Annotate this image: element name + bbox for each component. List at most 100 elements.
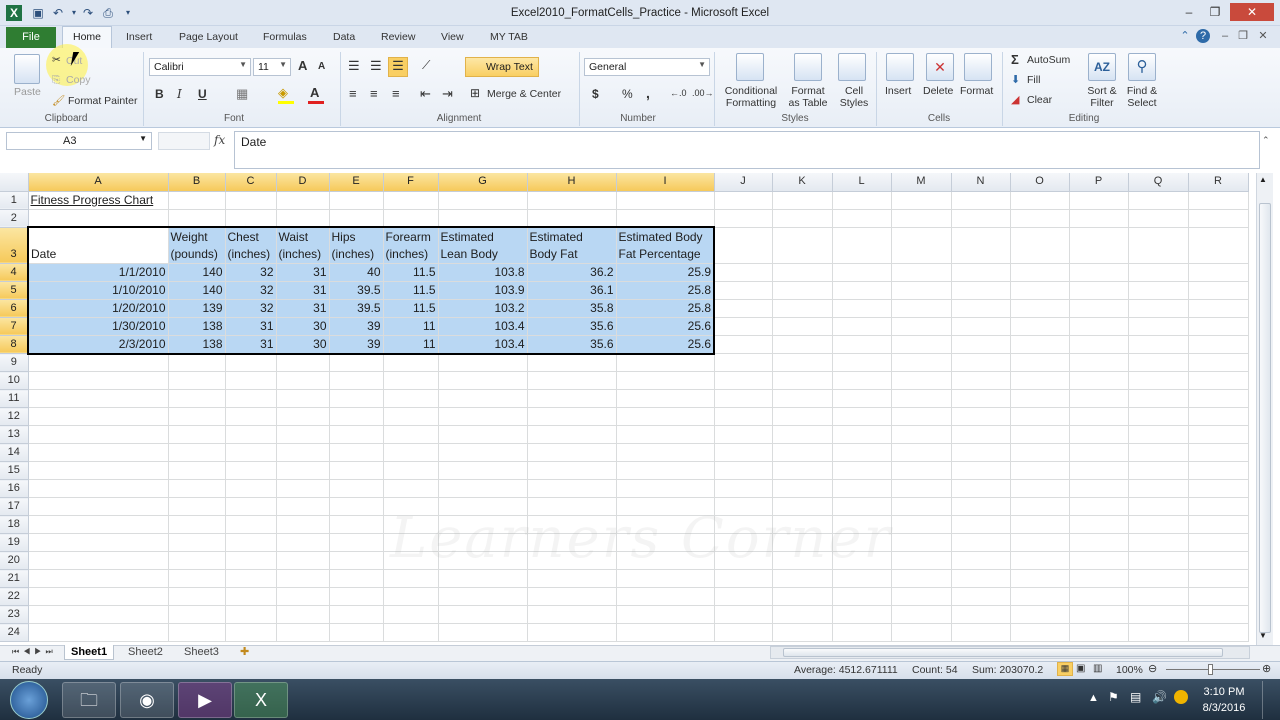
data-cell[interactable]: 36.2 <box>527 263 617 282</box>
cell[interactable] <box>438 407 528 426</box>
cell[interactable] <box>772 461 833 480</box>
column-header[interactable]: R <box>1188 173 1249 192</box>
sheet-tab-2[interactable]: Sheet2 <box>122 645 169 660</box>
vertical-scroll-thumb[interactable] <box>1259 203 1271 633</box>
cell[interactable] <box>1188 569 1249 588</box>
data-cell[interactable]: 30 <box>276 335 330 355</box>
horizontal-scroll-thumb[interactable] <box>783 648 1223 657</box>
increase-indent-icon[interactable]: ⇥ <box>442 86 453 102</box>
start-button[interactable] <box>10 681 48 719</box>
cell[interactable] <box>1188 497 1249 516</box>
cell[interactable] <box>329 551 384 570</box>
header-cell[interactable]: Waist (inches) <box>276 226 330 264</box>
cell[interactable] <box>832 389 892 408</box>
cell[interactable] <box>1069 569 1129 588</box>
cell-styles-icon[interactable] <box>838 53 866 81</box>
tab-my-tab[interactable]: MY TAB <box>490 31 528 43</box>
data-cell[interactable]: 140 <box>168 263 226 282</box>
cell[interactable] <box>1010 209 1070 228</box>
percent-button[interactable]: % <box>622 87 633 101</box>
cell[interactable] <box>527 479 617 498</box>
cell[interactable] <box>772 407 833 426</box>
cell[interactable] <box>951 587 1011 606</box>
cell[interactable] <box>1010 353 1070 372</box>
cell[interactable] <box>832 623 892 642</box>
cell[interactable] <box>951 353 1011 372</box>
row-header[interactable]: 20 <box>0 551 29 570</box>
data-cell[interactable]: 1/1/2010 <box>27 263 169 282</box>
cell[interactable] <box>225 569 277 588</box>
cell[interactable] <box>329 407 384 426</box>
cell[interactable] <box>832 263 892 282</box>
cell[interactable] <box>1188 299 1249 318</box>
cell[interactable] <box>1069 299 1129 318</box>
cell[interactable] <box>329 353 384 372</box>
tab-data[interactable]: Data <box>333 31 355 43</box>
fill-button[interactable]: Fill <box>1027 74 1040 86</box>
cell[interactable] <box>1188 227 1249 264</box>
cell[interactable] <box>1188 191 1249 210</box>
minimize-ribbon-icon[interactable]: ⌃ <box>1178 29 1192 43</box>
cell[interactable] <box>1128 227 1189 264</box>
cell[interactable] <box>714 587 773 606</box>
row-header[interactable]: 4 <box>0 263 29 282</box>
cell[interactable] <box>329 461 384 480</box>
cell[interactable] <box>891 191 952 210</box>
cell[interactable] <box>276 533 330 552</box>
cell[interactable] <box>168 443 226 462</box>
align-bottom-icon[interactable]: ☰ <box>388 57 408 77</box>
cell[interactable] <box>527 353 617 372</box>
cell[interactable] <box>168 371 226 390</box>
cell[interactable] <box>616 389 715 408</box>
page-break-view-icon[interactable]: ▥ <box>1093 663 1102 674</box>
cell[interactable] <box>832 425 892 444</box>
cell[interactable] <box>383 353 439 372</box>
cell[interactable] <box>527 407 617 426</box>
copy-icon[interactable]: ⎘ <box>52 74 60 87</box>
data-cell[interactable]: 31 <box>276 263 330 282</box>
data-cell[interactable]: 11.5 <box>383 281 439 300</box>
data-cell[interactable]: 32 <box>225 281 277 300</box>
cell[interactable] <box>891 209 952 228</box>
cell[interactable] <box>438 371 528 390</box>
column-header[interactable]: G <box>438 173 528 192</box>
cell[interactable] <box>951 263 1011 282</box>
cell[interactable] <box>383 569 439 588</box>
data-cell[interactable]: 25.9 <box>616 263 715 282</box>
cell[interactable] <box>891 605 952 624</box>
scroll-down-icon[interactable]: ▼ <box>1259 631 1267 640</box>
cell[interactable] <box>1010 479 1070 498</box>
row-header[interactable]: 21 <box>0 569 29 588</box>
tab-formulas[interactable]: Formulas <box>263 31 307 43</box>
cell[interactable] <box>1069 515 1129 534</box>
cell[interactable] <box>616 371 715 390</box>
data-cell[interactable]: 31 <box>225 335 277 355</box>
cell[interactable] <box>772 425 833 444</box>
cell[interactable] <box>383 425 439 444</box>
data-cell[interactable]: 35.6 <box>527 317 617 336</box>
cell[interactable] <box>168 497 226 516</box>
column-header[interactable]: H <box>527 173 617 192</box>
align-right-icon[interactable]: ≡ <box>392 86 400 101</box>
cell[interactable] <box>616 587 715 606</box>
cell[interactable] <box>1188 533 1249 552</box>
volume-icon[interactable]: 🔊 <box>1152 690 1167 704</box>
cell[interactable] <box>1069 533 1129 552</box>
cell[interactable] <box>891 389 952 408</box>
column-header[interactable]: N <box>951 173 1011 192</box>
cell[interactable] <box>28 407 169 426</box>
cell[interactable] <box>1010 623 1070 642</box>
cell[interactable] <box>1128 299 1189 318</box>
cell[interactable] <box>832 569 892 588</box>
cell[interactable] <box>28 461 169 480</box>
cell[interactable] <box>225 587 277 606</box>
doc-minimize-icon[interactable]: – <box>1218 29 1232 43</box>
cell[interactable] <box>225 551 277 570</box>
data-cell[interactable]: 36.1 <box>527 281 617 300</box>
cell[interactable] <box>1188 317 1249 336</box>
format-cells-icon[interactable] <box>964 53 992 81</box>
cell[interactable] <box>329 569 384 588</box>
cell[interactable] <box>714 317 773 336</box>
cell[interactable] <box>1010 263 1070 282</box>
find-select-icon[interactable]: ⚲ <box>1128 53 1156 81</box>
